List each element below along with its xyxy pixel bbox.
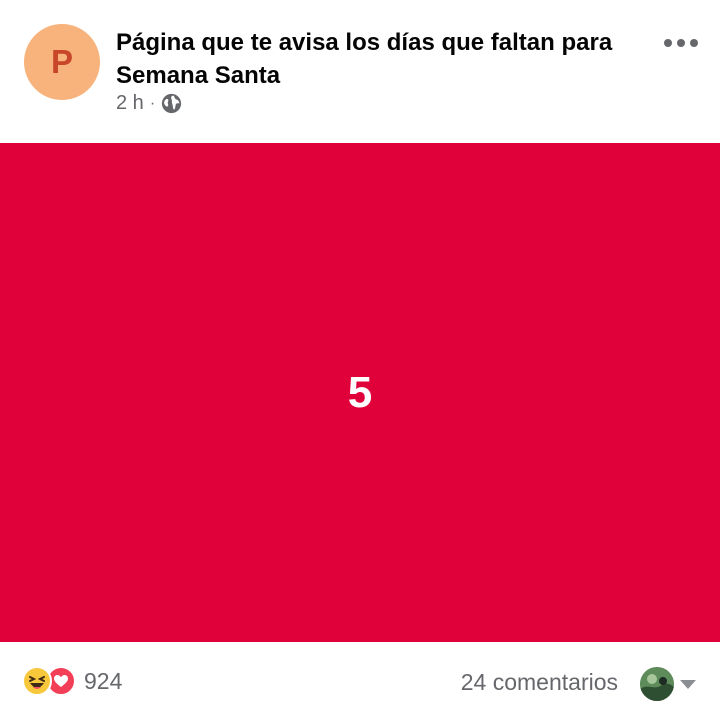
more-dot xyxy=(664,39,672,47)
comments-count-link[interactable]: 24 comentarios xyxy=(461,669,618,696)
avatar-letter: P xyxy=(50,43,73,80)
more-dot xyxy=(677,39,685,47)
post-header: P Página que te avisa los días que falta… xyxy=(0,0,720,143)
post-meta: 2 h · xyxy=(116,92,182,115)
countdown-number: 5 xyxy=(347,367,373,417)
page-avatar[interactable]: P xyxy=(24,24,100,100)
more-options-icon[interactable] xyxy=(664,36,698,50)
reactions-summary[interactable]: 924 xyxy=(22,666,122,696)
page-name-link[interactable]: Página que te avisa los días que faltan … xyxy=(116,26,636,92)
post-image[interactable]: 5 xyxy=(0,143,720,642)
post-footer: 924 24 comentarios xyxy=(0,642,720,716)
post-timestamp[interactable]: 2 h xyxy=(116,92,144,115)
user-avatar xyxy=(640,667,674,701)
meta-separator: · xyxy=(149,94,156,112)
chevron-down-icon xyxy=(680,679,696,689)
more-dot xyxy=(690,39,698,47)
reaction-count: 924 xyxy=(84,667,123,694)
globe-icon[interactable] xyxy=(161,93,182,114)
haha-icon xyxy=(22,666,52,696)
actor-selector[interactable] xyxy=(640,667,696,701)
